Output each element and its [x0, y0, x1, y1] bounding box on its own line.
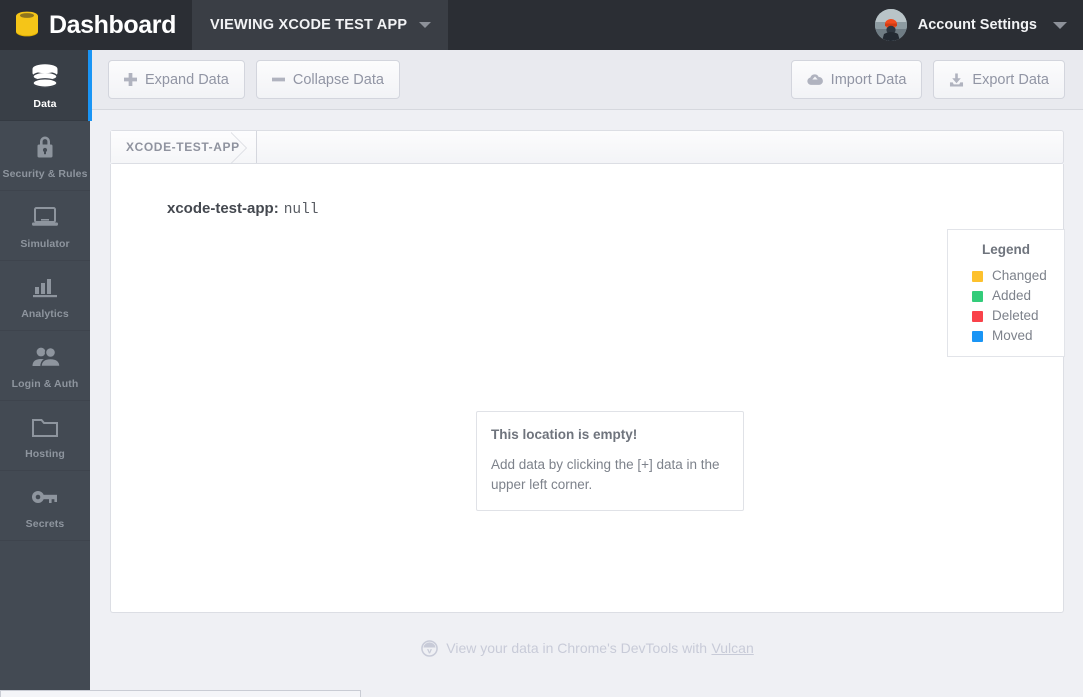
legend-swatch-moved — [972, 330, 983, 342]
sidebar-active-indicator — [88, 50, 92, 121]
account-settings-label: Account Settings — [917, 17, 1037, 33]
viewing-app-label: VIEWING XCODE TEST APP — [209, 17, 408, 33]
brand-title: Dashboard — [49, 10, 176, 39]
chevron-down-icon — [1053, 21, 1067, 29]
bar-chart-icon — [31, 271, 59, 303]
sidebar-item-login-and-auth[interactable]: Login & Auth — [0, 331, 90, 401]
database-logo-icon — [14, 10, 40, 40]
sidebar-item-security-and-rules[interactable]: Security & Rules — [0, 121, 90, 191]
legend-row-added: Added — [948, 286, 1064, 306]
legend-row-changed: Changed — [948, 266, 1064, 286]
left-sidebar: Data Security & Rules Simulator Analytic… — [0, 50, 90, 697]
users-icon — [30, 341, 60, 373]
sidebar-item-data[interactable]: Data — [0, 50, 90, 121]
export-data-button[interactable]: Export Data — [933, 60, 1065, 99]
legend-label: Deleted — [992, 308, 1039, 324]
legend-row-moved: Moved — [948, 326, 1064, 346]
sidebar-item-secrets[interactable]: Secrets — [0, 471, 90, 541]
folder-icon — [30, 411, 60, 443]
data-toolbar: Expand Data Collapse Data Import Data Ex… — [92, 50, 1083, 110]
database-icon — [30, 61, 60, 93]
laptop-icon — [30, 201, 60, 233]
legend-title: Legend — [981, 242, 1030, 257]
breadcrumb-item-label: XCODE-TEST-APP — [126, 140, 240, 154]
lock-icon — [33, 131, 57, 163]
breadcrumb-chevron-icon — [231, 132, 261, 164]
sidebar-item-analytics[interactable]: Analytics — [0, 261, 90, 331]
chevron-down-icon — [419, 22, 432, 28]
breadcrumb: XCODE-TEST-APP — [110, 130, 1064, 164]
sidebar-item-label: Login & Auth — [11, 378, 79, 391]
sidebar-item-label: Simulator — [20, 238, 70, 251]
account-settings-menu[interactable]: Account Settings — [874, 0, 1083, 50]
empty-state-message: This location is empty! Add data by clic… — [476, 411, 744, 512]
key-icon — [30, 481, 60, 513]
sidebar-item-label: Secrets — [25, 518, 65, 531]
header-spacer — [448, 0, 875, 50]
sidebar-item-hosting[interactable]: Hosting — [0, 401, 90, 471]
vulcan-link[interactable]: Vulcan — [711, 640, 753, 656]
sidebar-item-label: Analytics — [21, 308, 69, 321]
vulcan-logo-icon — [421, 639, 439, 657]
footer: View your data in Chrome's DevTools with… — [92, 639, 1083, 657]
legend-label: Moved — [992, 328, 1033, 344]
data-node-key: xcode-test-app — [167, 200, 274, 217]
cloud-upload-icon — [807, 73, 823, 86]
sidebar-item-simulator[interactable]: Simulator — [0, 191, 90, 261]
download-tray-icon — [949, 72, 964, 87]
user-avatar-photo — [874, 9, 907, 41]
minus-icon — [271, 73, 285, 86]
sidebar-item-label: Hosting — [25, 448, 65, 461]
viewing-app-selector[interactable]: VIEWING XCODE TEST APP — [191, 0, 449, 50]
plus-icon — [124, 73, 137, 86]
export-data-label: Export Data — [972, 71, 1049, 88]
legend-label: Changed — [992, 268, 1047, 284]
legend-label: Added — [992, 288, 1032, 304]
legend-swatch-added — [972, 290, 983, 302]
sidebar-item-label: Security & Rules — [2, 168, 88, 181]
top-header: Dashboard VIEWING XCODE TEST APP Account… — [0, 0, 1083, 50]
collapse-data-button[interactable]: Collapse Data — [255, 60, 400, 99]
bottom-status-panel[interactable] — [0, 690, 361, 697]
legend-swatch-deleted — [972, 310, 983, 322]
sidebar-item-label: Data — [33, 97, 57, 110]
legend: Legend Changed Added Deleted Moved — [947, 229, 1065, 357]
import-data-label: Import Data — [830, 71, 907, 88]
expand-data-label: Expand Data — [145, 71, 229, 88]
expand-data-button[interactable]: Expand Data — [108, 60, 245, 99]
legend-swatch-changed — [972, 270, 983, 282]
data-node-separator: : — [273, 200, 279, 217]
collapse-data-label: Collapse Data — [292, 71, 384, 88]
empty-state-title: This location is empty! — [491, 427, 638, 442]
data-node-value: null — [283, 202, 319, 218]
brand[interactable]: Dashboard — [0, 0, 192, 50]
empty-state-body: Add data by clicking the [+] data in the… — [491, 457, 720, 492]
footer-text: View your data in Chrome's DevTools with — [446, 640, 707, 656]
content-area: XCODE-TEST-APP xcode-test-app: null Legen… — [92, 111, 1083, 697]
data-panel: xcode-test-app: null Legend Changed Added… — [110, 164, 1065, 613]
data-root-node[interactable]: xcode-test-app: null — [167, 201, 319, 218]
legend-row-deleted: Deleted — [948, 306, 1064, 326]
import-data-button[interactable]: Import Data — [790, 60, 923, 99]
